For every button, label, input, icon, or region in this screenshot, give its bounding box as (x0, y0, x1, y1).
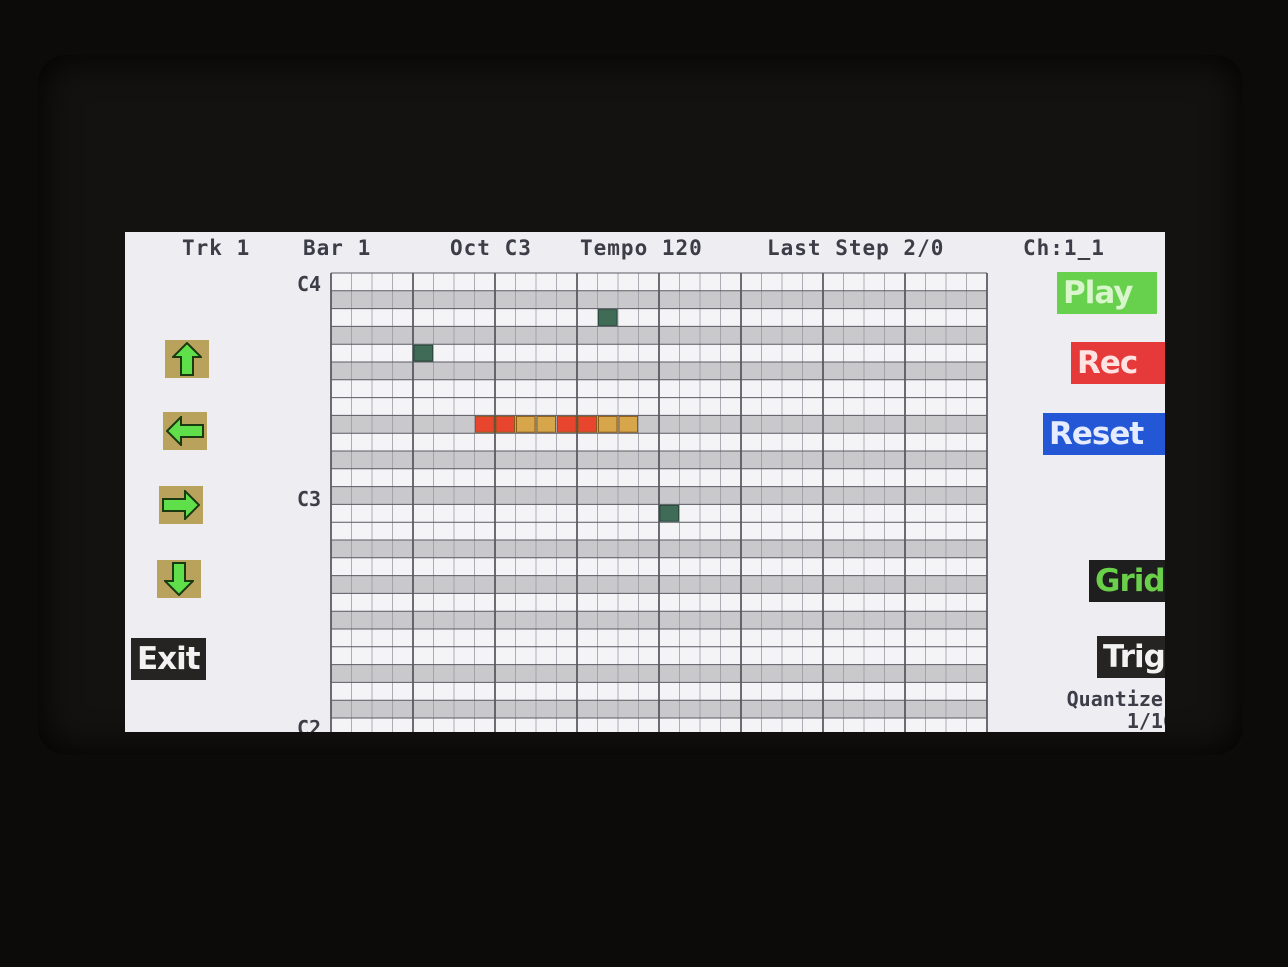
quantize-label: Quantize: (1066, 687, 1165, 711)
reset-button[interactable]: Reset (1043, 413, 1165, 455)
octave-indicator[interactable]: Oct C3 (450, 236, 532, 260)
note-step[interactable] (598, 415, 618, 433)
note-label-c3: C3 (297, 487, 322, 511)
track-indicator[interactable]: Trk 1 (182, 236, 250, 260)
note-step[interactable] (598, 309, 618, 326)
note-step[interactable] (557, 415, 577, 433)
note-step[interactable] (577, 415, 597, 433)
bar-indicator[interactable]: Bar 1 (303, 236, 371, 260)
note-label-c4: C4 (297, 272, 322, 296)
channel-indicator[interactable]: Ch:1_1 (1023, 236, 1105, 260)
note-step[interactable] (516, 415, 536, 433)
quantize-value: 1/16 (1126, 709, 1165, 732)
left-arrow-icon (166, 416, 204, 446)
piano-roll-grid[interactable] (330, 272, 1030, 732)
play-button[interactable]: Play (1057, 272, 1157, 314)
rec-button[interactable]: Rec (1071, 342, 1165, 384)
note-step[interactable] (495, 415, 515, 433)
grid-button[interactable]: Grid (1089, 560, 1165, 602)
note-step[interactable] (618, 415, 638, 433)
sequencer-screen: Trk 1 Bar 1 Oct C3 Tempo 120 Last Step 2… (125, 232, 1165, 732)
up-arrow-icon (172, 342, 202, 376)
quantize-setting[interactable]: Quantize: 1/16 (1045, 688, 1165, 732)
tempo-indicator[interactable]: Tempo 120 (580, 236, 703, 260)
note-label-c2: C2 (297, 716, 322, 732)
status-bar: Trk 1 Bar 1 Oct C3 Tempo 120 Last Step 2… (125, 232, 1165, 266)
note-step[interactable] (475, 415, 495, 433)
left-button[interactable] (163, 412, 207, 450)
note-step[interactable] (413, 344, 433, 362)
down-button[interactable] (157, 560, 201, 598)
down-arrow-icon (164, 562, 194, 596)
right-arrow-icon (162, 490, 200, 520)
note-step[interactable] (536, 415, 556, 433)
note-step[interactable] (659, 504, 679, 522)
trig-button[interactable]: Trig (1097, 636, 1165, 678)
exit-button[interactable]: Exit (131, 638, 206, 680)
right-button[interactable] (159, 486, 203, 524)
last-step-indicator[interactable]: Last Step 2/0 (767, 236, 944, 260)
up-button[interactable] (165, 340, 209, 378)
